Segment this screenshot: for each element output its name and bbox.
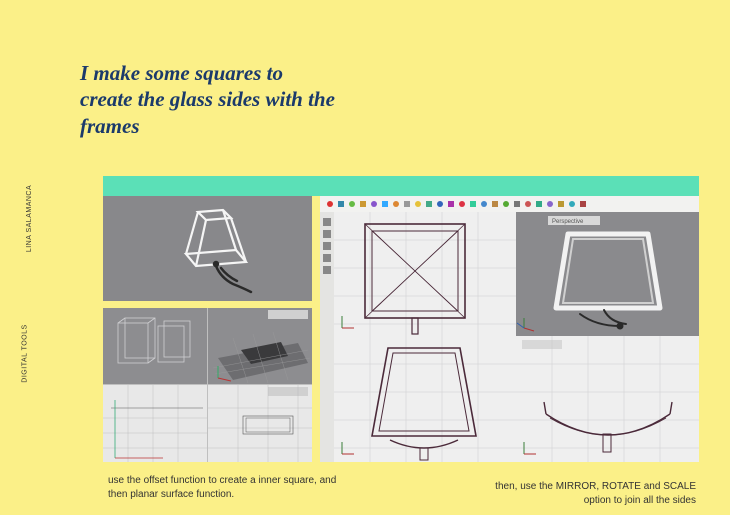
screenshot-lantern-perspective <box>103 196 312 301</box>
section-label: DIGITAL TOOLS <box>22 324 29 382</box>
sidebar-meta: LINA SALAMANCA DIGITAL TOOLS <box>14 0 44 515</box>
author-label: LINA SALAMANCA <box>26 185 33 252</box>
screenshot-rhino-quad: Perspective <box>320 196 699 462</box>
caption-right: then, use the MIRROR, ROTATE and SCALE o… <box>470 480 696 507</box>
accent-bar <box>103 176 699 196</box>
svg-text:Perspective: Perspective <box>552 219 584 225</box>
page-heading: I make some squares to create the glass … <box>80 60 340 139</box>
caption-left: use the offset function to create a inne… <box>108 474 358 501</box>
screenshot-viewport-quad-small <box>103 308 312 462</box>
